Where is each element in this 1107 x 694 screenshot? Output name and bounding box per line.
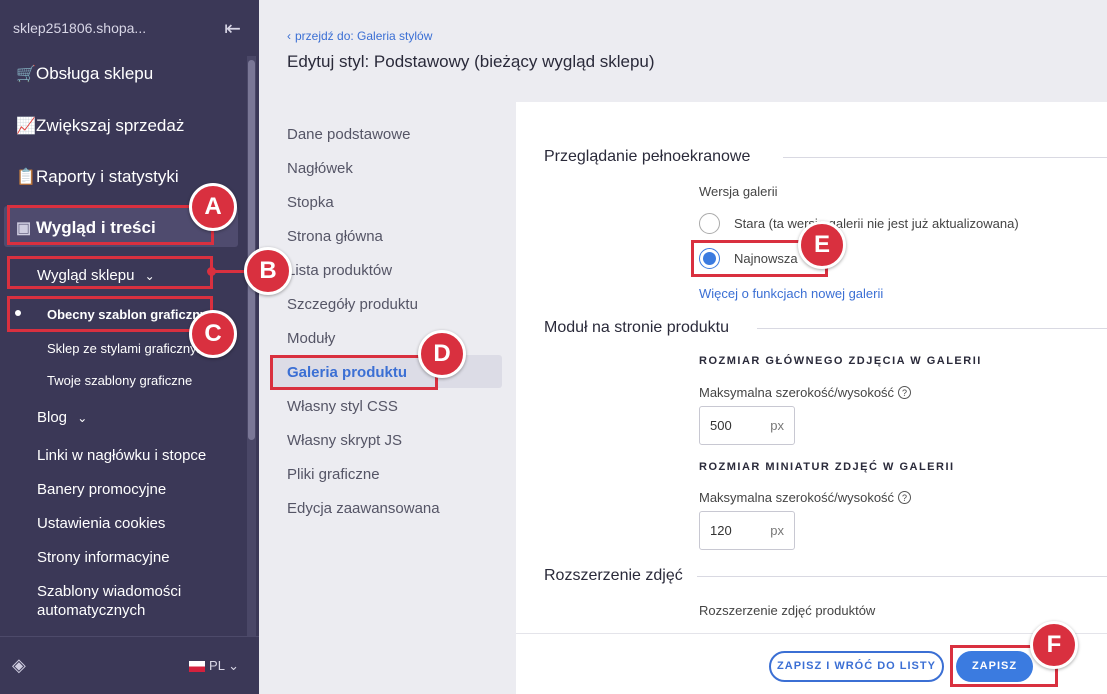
collapse-sidebar-icon[interactable]: ⇤ <box>224 16 241 41</box>
submenu-twoje-szablony[interactable]: Twoje szablony graficzne <box>47 373 192 388</box>
chevron-down-icon: ⌄ <box>228 657 239 673</box>
menu-obsluga-sklepu[interactable]: 🛒 Obsługa sklepu <box>0 62 240 86</box>
section-title-product-module: Moduł na stronie produktu <box>544 319 729 336</box>
input-value: 120 <box>710 523 732 538</box>
max-size-text: Maksymalna szerokość/wysokość <box>699 490 895 505</box>
submenu-label: Blog <box>37 409 68 426</box>
input-unit: px <box>770 523 784 538</box>
back-link[interactable]: ‹ przejdź do: Galeria stylów <box>287 29 432 43</box>
layers-icon[interactable]: ◈ <box>12 655 26 676</box>
radio-old-gallery[interactable] <box>699 213 720 234</box>
annotation-box-a <box>7 205 214 245</box>
subnav-stopka[interactable]: Stopka <box>287 194 334 211</box>
cart-icon: 🛒 <box>16 66 36 83</box>
section-divider <box>697 576 1107 577</box>
help-icon[interactable]: ? <box>898 491 912 504</box>
main-image-size-input[interactable]: 500 px <box>699 406 795 445</box>
subnav-moduly[interactable]: Moduły <box>287 330 335 347</box>
input-value: 500 <box>710 418 732 433</box>
annotation-badge-e: E <box>798 221 846 269</box>
chevron-left-icon: ‹ <box>287 29 291 43</box>
section-divider <box>757 328 1107 329</box>
section-divider <box>783 157 1107 158</box>
chevron-down-icon: ⌄ <box>77 411 88 425</box>
submenu-cookies[interactable]: Ustawienia cookies <box>37 515 165 532</box>
subnav-lista-produktow[interactable]: Lista produktów <box>287 262 392 279</box>
sidebar-header: sklep251806.shopa... ⇤ <box>0 0 259 56</box>
chart-icon: 📈 <box>16 118 36 135</box>
annotation-box-d <box>270 355 438 390</box>
max-size-text: Maksymalna szerokość/wysokość <box>699 385 895 400</box>
thumbnail-size-input[interactable]: 120 px <box>699 511 795 550</box>
save-and-return-button[interactable]: ZAPISZ I WRÓĆ DO LISTY <box>769 651 944 682</box>
submenu-sklep-ze-stylami[interactable]: Sklep ze stylami graficznymi <box>47 341 210 356</box>
annotation-connector-b <box>211 270 247 273</box>
sidebar-footer: ◈ PL ⌄ <box>0 636 259 694</box>
clipboard-icon: 📋 <box>16 169 36 186</box>
subnav-dane-podstawowe[interactable]: Dane podstawowe <box>287 126 410 143</box>
flag-pl-icon <box>189 660 206 672</box>
section-title-fullscreen: Przeglądanie pełnoekranowe <box>544 148 751 165</box>
submenu-blog[interactable]: Blog ⌄ <box>37 409 87 426</box>
thumbnail-size-heading: ROZMIAR MINIATUR ZDJĘĆ W GALERII <box>699 461 955 473</box>
subnav-naglowek[interactable]: Nagłówek <box>287 160 353 177</box>
submenu-linki[interactable]: Linki w nagłówku i stopce <box>37 447 206 464</box>
back-link-label: przejdź do: Galeria stylów <box>295 29 433 43</box>
annotation-dot-b <box>207 267 216 276</box>
annotation-box-b <box>7 256 213 289</box>
menu-label: Obsługa sklepu <box>36 64 154 83</box>
subnav-strona-glowna[interactable]: Strona główna <box>287 228 383 245</box>
radio-old-label[interactable]: Stara (ta wersja galerii nie jest już ak… <box>734 216 1019 231</box>
thumb-max-size-label: Maksymalna szerokość/wysokość? <box>699 490 912 505</box>
gallery-version-label: Wersja galerii <box>699 184 778 199</box>
menu-label: Raporty i statystyki <box>36 167 179 186</box>
annotation-box-c <box>7 296 213 332</box>
subnav-wlasny-css[interactable]: Własny styl CSS <box>287 398 398 415</box>
annotation-badge-f: F <box>1030 621 1078 669</box>
input-unit: px <box>770 418 784 433</box>
page-title: Edytuj styl: Podstawowy (bieżący wygląd … <box>287 52 655 71</box>
subnav-pliki-graficzne[interactable]: Pliki graficzne <box>287 466 380 483</box>
submenu-strony[interactable]: Strony informacyjne <box>37 549 170 566</box>
annotation-badge-d: D <box>418 330 466 378</box>
language-select[interactable]: PL ⌄ <box>189 658 239 674</box>
menu-label: Zwiększaj sprzedaż <box>36 116 185 135</box>
subnav-szczegoly-produktu[interactable]: Szczegóły produktu <box>287 296 418 313</box>
annotation-badge-a: A <box>189 183 237 231</box>
subnav-edycja-zaawansowana[interactable]: Edycja zaawansowana <box>287 500 440 517</box>
image-extension-label: Rozszerzenie zdjęć produktów <box>699 603 876 618</box>
new-gallery-info-link[interactable]: Więcej o funkcjach nowej galerii <box>699 286 883 301</box>
main-image-size-heading: ROZMIAR GŁÓWNEGO ZDJĘCIA W GALERII <box>699 355 982 367</box>
main-max-size-label: Maksymalna szerokość/wysokość? <box>699 385 912 400</box>
menu-zwiekszaj-sprzedaz[interactable]: 📈 Zwiększaj sprzedaż <box>0 114 240 138</box>
section-title-image-extension: Rozszerzenie zdjęć <box>544 567 683 584</box>
submenu-label: automatycznych <box>37 602 146 619</box>
annotation-badge-b: B <box>244 247 292 295</box>
annotation-badge-c: C <box>189 310 237 358</box>
language-label: PL <box>209 657 225 673</box>
subnav-wlasny-js[interactable]: Własny skrypt JS <box>287 432 402 449</box>
submenu-label: Szablony wiadomości <box>37 583 182 600</box>
store-name[interactable]: sklep251806.shopa... <box>13 20 146 36</box>
help-icon[interactable]: ? <box>898 386 912 399</box>
submenu-szablony-wiadomosci[interactable]: Szablony wiadomości automatycznych <box>37 583 181 619</box>
submenu-banery[interactable]: Banery promocyjne <box>37 481 166 498</box>
